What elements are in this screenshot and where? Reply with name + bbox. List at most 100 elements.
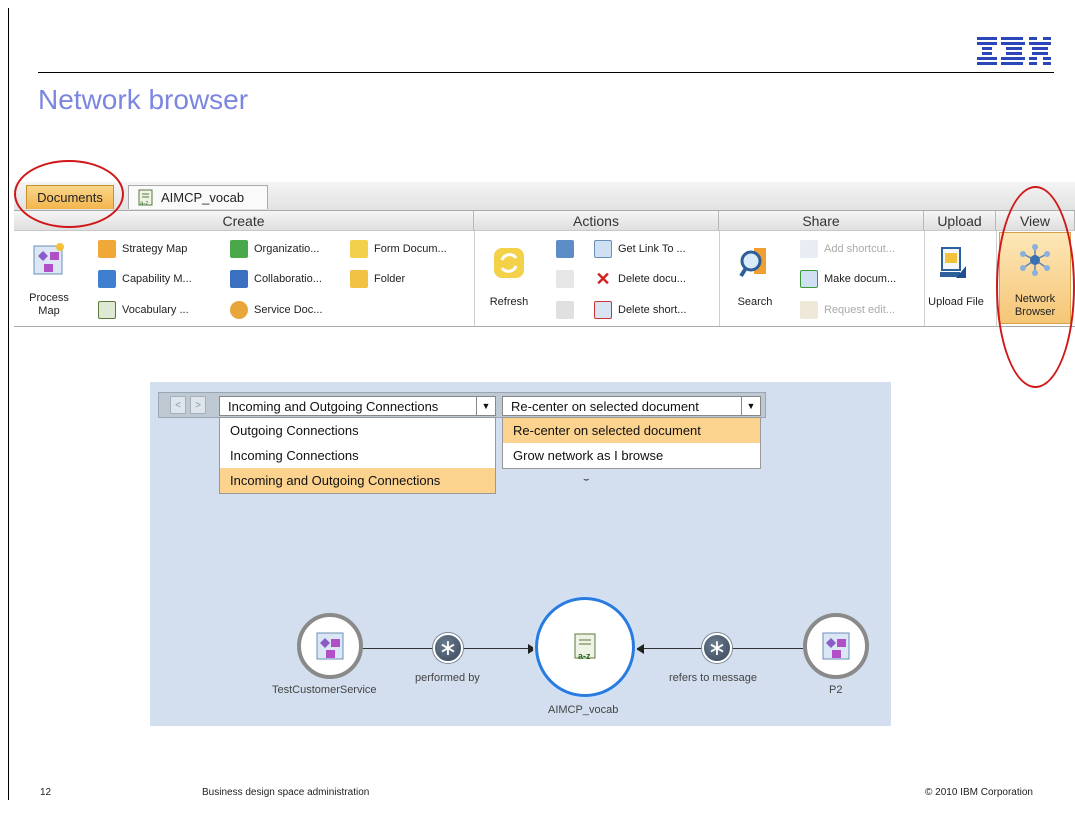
rename-icon <box>556 301 574 319</box>
edge-label: refers to message <box>669 672 758 684</box>
edge-label: performed by <box>415 672 480 684</box>
group-upload-header: Upload <box>924 211 996 231</box>
edge-arrowhead <box>636 644 644 654</box>
create-organization[interactable]: Organizatio... <box>230 240 319 258</box>
option-grow[interactable]: Grow network as I browse <box>503 443 760 468</box>
service-doc-icon <box>230 301 248 319</box>
refresh-label: Refresh <box>489 296 529 308</box>
group-separator <box>474 231 475 326</box>
delete-document-button[interactable]: ✕ Delete docu... <box>594 269 686 289</box>
create-form-document[interactable]: Form Docum... <box>350 240 447 258</box>
option-incoming-outgoing[interactable]: Incoming and Outgoing Connections <box>220 468 495 493</box>
request-edit-button[interactable]: Request edit... <box>800 301 895 319</box>
create-vocabulary[interactable]: Vocabulary ... <box>98 301 189 319</box>
link-icon <box>594 240 612 258</box>
node-label: TestCustomerService <box>272 684 377 696</box>
delete-shortcut-label: Delete short... <box>618 304 687 316</box>
upload-file-button[interactable]: Upload File <box>926 244 986 314</box>
node-label: AIMCP_vocab <box>548 704 619 716</box>
chevron-down-icon: ▼ <box>476 397 495 415</box>
search-label: Search <box>737 296 773 308</box>
option-incoming[interactable]: Incoming Connections <box>220 443 495 468</box>
make-document-icon <box>800 270 818 288</box>
title-rule <box>38 72 1054 73</box>
ibm-logo <box>977 37 1051 65</box>
mode-select-value: Re-center on selected document <box>511 398 699 414</box>
vocabulary-icon <box>98 301 116 319</box>
create-collaboration[interactable]: Collaboratio... <box>230 270 322 288</box>
page-number: 12 <box>40 787 52 798</box>
request-edit-label: Request edit... <box>824 304 895 316</box>
delete-shortcut-icon <box>594 301 612 319</box>
paste-icon <box>556 270 574 288</box>
edge-line <box>362 648 434 649</box>
connections-dropdown: Outgoing Connections Incoming Connection… <box>219 417 496 494</box>
add-shortcut-label: Add shortcut... <box>824 243 895 255</box>
process-map-icon <box>316 632 344 660</box>
node-testcustomerservice[interactable] <box>297 613 363 679</box>
group-separator <box>924 231 925 326</box>
delete-shortcut-button[interactable]: Delete short... <box>594 301 686 319</box>
upload-file-label: Upload File <box>928 296 984 308</box>
relation-star-icon[interactable]: ∗ <box>702 633 732 663</box>
relation-star-icon[interactable]: ∗ <box>433 633 463 663</box>
refresh-icon <box>494 248 524 278</box>
make-document-label: Make docum... <box>824 273 897 285</box>
footer-course: Business design space administration <box>202 787 370 798</box>
form-doc-icon <box>350 240 368 258</box>
capability-map-icon <box>98 270 116 288</box>
chevron-down-icon: ▼ <box>741 397 760 415</box>
search-icon <box>739 248 766 278</box>
option-recenter[interactable]: Re-center on selected document <box>503 418 760 443</box>
option-outgoing[interactable]: Outgoing Connections <box>220 418 495 443</box>
create-capability-map[interactable]: Capability M... <box>98 270 192 288</box>
back-arrow-icon: < <box>175 399 181 411</box>
delete-document-label: Delete docu... <box>618 273 686 285</box>
form-doc-label: Form Docum... <box>374 243 447 255</box>
edge-line <box>731 648 803 649</box>
strategy-map-label: Strategy Map <box>122 243 188 255</box>
folder-label: Folder <box>374 273 406 285</box>
vocabulary-icon: a-z <box>138 189 153 207</box>
create-strategy-map[interactable]: Strategy Map <box>98 240 187 258</box>
svg-text:a-z: a-z <box>140 201 148 207</box>
process-map-button[interactable]: Process Map <box>24 240 74 322</box>
refresh-button[interactable]: Refresh <box>484 244 534 314</box>
node-aimcp-vocab[interactable]: a-z <box>535 597 635 697</box>
connections-select[interactable]: Incoming and Outgoing Connections ▼ <box>219 396 496 416</box>
svg-text:a-z: a-z <box>578 651 591 661</box>
edge-line <box>636 648 703 649</box>
create-folder[interactable]: Folder <box>350 270 405 288</box>
mode-dropdown: Re-center on selected document Grow netw… <box>502 417 761 469</box>
callout-network-browser <box>996 186 1075 388</box>
group-actions-header: Actions <box>474 211 719 231</box>
mode-select[interactable]: Re-center on selected document ▼ <box>502 396 761 416</box>
process-map-label-2: Map <box>38 305 60 317</box>
make-document-button[interactable]: Make docum... <box>800 270 896 288</box>
get-link-label: Get Link To ... <box>618 243 686 255</box>
back-button[interactable]: < <box>170 396 186 414</box>
create-service-doc[interactable]: Service Doc... <box>230 301 322 319</box>
search-button[interactable]: Search <box>730 244 780 314</box>
forward-button[interactable]: > <box>190 396 206 414</box>
tab-aimcp-vocab[interactable]: a-z AIMCP_vocab <box>128 185 268 209</box>
footer-copyright: © 2010 IBM Corporation <box>925 787 1033 798</box>
get-link-button[interactable]: Get Link To ... <box>594 240 686 258</box>
callout-documents-tab <box>14 160 124 228</box>
edge-line <box>462 648 534 649</box>
folder-icon <box>350 270 368 288</box>
node-label: P2 <box>829 684 843 696</box>
process-map-icon <box>822 632 850 660</box>
tab-aimcp-vocab-label: AIMCP_vocab <box>161 190 245 205</box>
organization-icon <box>230 240 248 258</box>
node-p2[interactable] <box>803 613 869 679</box>
capability-map-label: Capability M... <box>122 273 192 285</box>
vocabulary-label: Vocabulary ... <box>122 304 189 316</box>
forward-arrow-icon: > <box>195 399 201 411</box>
process-map-label-1: Process <box>29 292 69 304</box>
mouse-cursor-icon: ⌣ <box>583 474 590 485</box>
add-shortcut-button[interactable]: Add shortcut... <box>800 240 895 258</box>
collaboration-icon <box>230 270 248 288</box>
request-edit-icon <box>800 301 818 319</box>
copy-icon <box>556 240 574 258</box>
